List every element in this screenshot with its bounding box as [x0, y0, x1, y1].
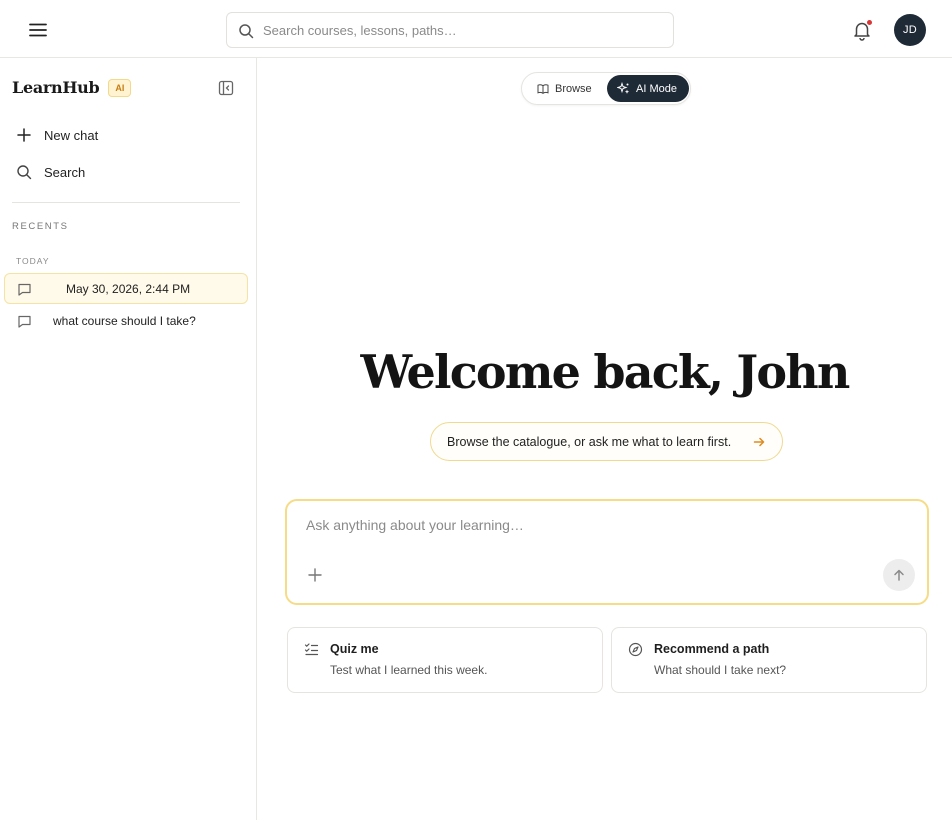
- arrow-right-icon: [753, 437, 765, 447]
- brand-name: LearnHub: [12, 78, 100, 97]
- suggestion-card-quiz[interactable]: Quiz me Test what I learned this week.: [287, 627, 603, 693]
- global-search: [226, 12, 674, 48]
- user-avatar[interactable]: JD: [894, 14, 926, 46]
- suggestion-card-recommend[interactable]: Recommend a path What should I take next…: [611, 627, 927, 693]
- book-icon: [537, 83, 549, 94]
- recent-chat-label: May 30, 2026, 2:44 PM: [66, 282, 191, 296]
- search-icon: [12, 160, 36, 184]
- today-heading: TODAY: [16, 256, 50, 266]
- browse-mode-button[interactable]: Browse: [526, 75, 606, 102]
- suggestion-subtitle: What should I take next?: [654, 663, 787, 677]
- chat-input[interactable]: [306, 517, 906, 541]
- new-chat-label: New chat: [44, 127, 99, 143]
- compass-icon: [628, 642, 643, 657]
- ai-mode-button[interactable]: AI Mode: [607, 75, 689, 102]
- checklist-icon: [304, 643, 319, 656]
- recent-chat-item[interactable]: what course should I take?: [4, 305, 248, 336]
- arrow-up-icon: [894, 569, 904, 581]
- browse-mode-label: Browse: [555, 82, 592, 95]
- attach-plus-icon[interactable]: [307, 567, 323, 583]
- suggestion-title: Recommend a path: [654, 642, 770, 656]
- mode-toggle: Browse AI Mode: [521, 72, 691, 105]
- new-chat-button[interactable]: New chat: [12, 121, 240, 149]
- plus-icon: [12, 123, 36, 147]
- suggestion-subtitle: Test what I learned this week.: [330, 663, 488, 677]
- recent-chat-label: what course should I take?: [53, 314, 196, 328]
- suggestion-title: Quiz me: [330, 642, 379, 656]
- top-bar: JD: [0, 0, 952, 58]
- ai-badge: AI: [108, 78, 132, 97]
- notification-dot: [866, 19, 873, 26]
- recent-chat-item[interactable]: May 30, 2026, 2:44 PM: [4, 273, 248, 304]
- browse-catalogue-hint[interactable]: Browse the catalogue, or ask me what to …: [430, 422, 783, 461]
- send-button[interactable]: [883, 559, 915, 591]
- chat-bubble-icon: [18, 283, 31, 296]
- sparkle-icon: [617, 82, 630, 94]
- collapse-sidebar-icon[interactable]: [218, 80, 234, 96]
- search-input[interactable]: [263, 13, 663, 47]
- search-icon: [239, 24, 254, 39]
- ai-mode-label: AI Mode: [636, 82, 677, 95]
- hint-label: Browse the catalogue, or ask me what to …: [447, 434, 732, 449]
- chat-composer: [285, 499, 929, 605]
- search-chats-label: Search: [44, 164, 86, 180]
- brand: LearnHub AI: [12, 78, 132, 97]
- welcome-heading: Welcome back, John: [360, 345, 850, 399]
- search-chats-button[interactable]: Search: [12, 158, 240, 186]
- chat-bubble-icon: [18, 315, 31, 328]
- menu-icon[interactable]: [26, 18, 50, 42]
- recents-heading: RECENTS: [12, 221, 69, 232]
- sidebar-divider: [12, 202, 240, 203]
- sidebar: LearnHub AI New chat Search RECENTS TODA…: [0, 58, 257, 820]
